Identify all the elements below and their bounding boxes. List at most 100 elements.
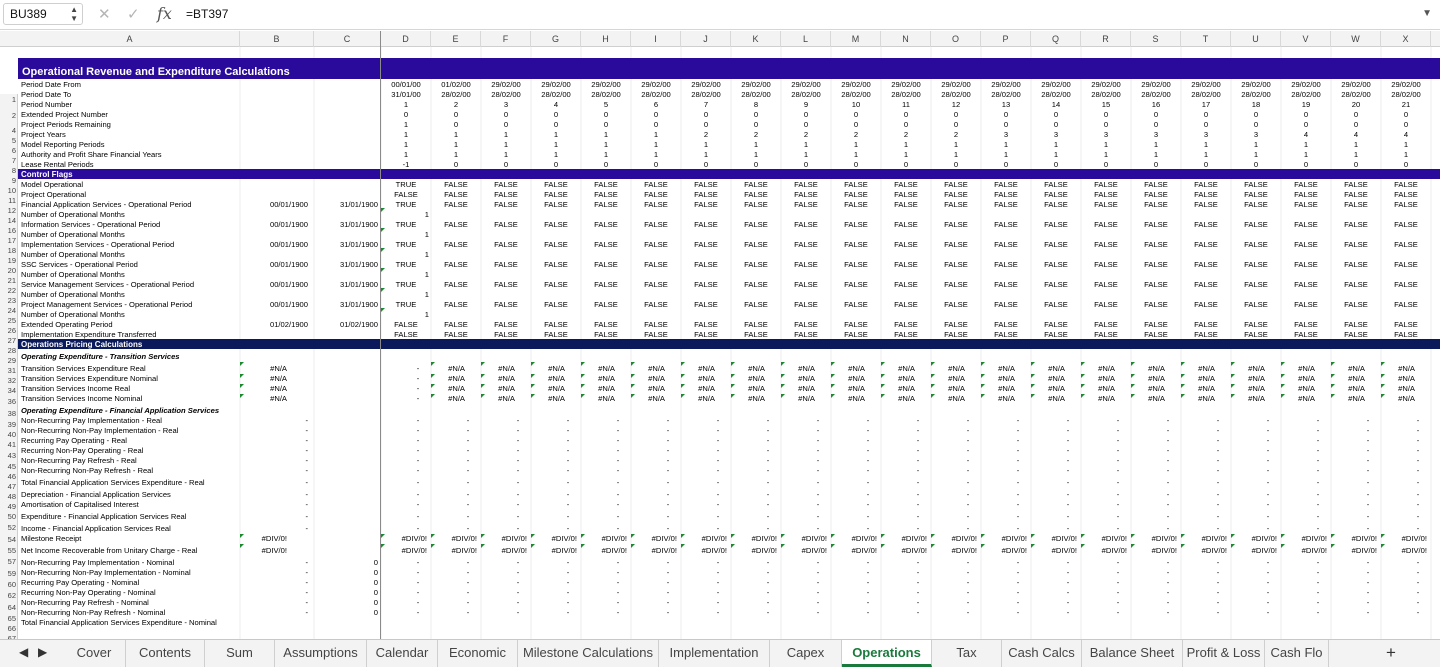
value-cell[interactable]: - <box>1117 608 1120 617</box>
value-cell[interactable]: FALSE <box>594 300 618 309</box>
value-cell[interactable]: - <box>867 524 870 533</box>
value-cell[interactable]: - <box>567 478 570 487</box>
value-cell[interactable]: - <box>1017 558 1020 567</box>
value-cell[interactable]: #DIV/0! <box>802 546 827 555</box>
value-cell[interactable]: #N/A <box>698 384 716 393</box>
value-cell[interactable]: #N/A <box>948 364 966 373</box>
value-cell[interactable]: FALSE <box>744 330 768 339</box>
column-b-cell[interactable]: - <box>305 608 308 617</box>
value-cell[interactable]: - <box>817 568 820 577</box>
value-cell[interactable]: - <box>717 598 720 607</box>
value-cell[interactable]: - <box>967 478 970 487</box>
value-cell[interactable]: #DIV/0! <box>1302 546 1327 555</box>
value-cell[interactable]: FALSE <box>494 320 518 329</box>
value-cell[interactable]: FALSE <box>944 190 968 199</box>
column-b-cell[interactable]: 00/01/1900 <box>270 300 308 309</box>
value-cell[interactable]: FALSE <box>644 240 668 249</box>
value-cell[interactable]: 1 <box>554 150 558 159</box>
column-b-cell[interactable]: #N/A <box>270 384 288 393</box>
value-cell[interactable]: - <box>717 500 720 509</box>
value-cell[interactable]: FALSE <box>444 300 468 309</box>
value-cell[interactable]: 1 <box>1154 140 1158 149</box>
value-cell[interactable]: FALSE <box>794 190 818 199</box>
value-cell[interactable]: FALSE <box>1144 330 1168 339</box>
value-cell[interactable]: - <box>1067 466 1070 475</box>
row-label-cell[interactable]: Total Financial Application Services Exp… <box>21 478 205 487</box>
value-cell[interactable]: - <box>667 490 670 499</box>
value-cell[interactable]: 29/02/00 <box>1241 80 1271 89</box>
value-cell[interactable]: FALSE <box>1344 190 1368 199</box>
value-cell[interactable]: 0 <box>1304 120 1308 129</box>
value-cell[interactable]: - <box>517 598 520 607</box>
value-cell[interactable]: FALSE <box>794 280 818 289</box>
value-cell[interactable]: #DIV/0! <box>1152 534 1177 543</box>
value-cell[interactable]: - <box>817 490 820 499</box>
row-label-cell[interactable]: Period Date To <box>21 90 71 99</box>
value-cell[interactable]: - <box>617 436 620 445</box>
value-cell[interactable]: - <box>967 416 970 425</box>
next-sheet-icon[interactable]: ▶ <box>38 645 47 659</box>
value-cell[interactable]: 0 <box>654 110 658 119</box>
value-cell[interactable]: 1 <box>1304 140 1308 149</box>
column-b-cell[interactable]: - <box>305 598 308 607</box>
value-cell[interactable]: #DIV/0! <box>402 546 427 555</box>
value-cell[interactable]: 2 <box>804 130 808 139</box>
value-cell[interactable]: 0 <box>904 110 908 119</box>
value-cell[interactable]: TRUE <box>396 280 417 289</box>
value-cell[interactable]: - <box>817 456 820 465</box>
value-cell[interactable]: #DIV/0! <box>902 546 927 555</box>
value-cell[interactable]: #N/A <box>1248 364 1266 373</box>
column-header-l[interactable]: L <box>781 31 831 47</box>
value-cell[interactable]: - <box>517 466 520 475</box>
value-cell[interactable]: - <box>417 578 420 587</box>
value-cell[interactable]: 29/02/00 <box>891 80 921 89</box>
column-header-c[interactable]: C <box>314 31 381 47</box>
value-cell[interactable]: - <box>767 578 770 587</box>
value-cell[interactable]: #N/A <box>998 384 1016 393</box>
value-cell[interactable]: - <box>1217 578 1220 587</box>
value-cell[interactable]: - <box>867 568 870 577</box>
value-cell[interactable]: - <box>1417 512 1420 521</box>
value-cell[interactable]: - <box>1117 512 1120 521</box>
column-c-cell[interactable]: 0 <box>374 578 378 587</box>
value-cell[interactable]: - <box>917 558 920 567</box>
value-cell[interactable]: - <box>767 456 770 465</box>
value-cell[interactable]: - <box>1267 490 1270 499</box>
value-cell[interactable]: - <box>1267 416 1270 425</box>
value-cell[interactable]: FALSE <box>444 260 468 269</box>
value-cell[interactable]: FALSE <box>1344 320 1368 329</box>
column-header-w[interactable]: W <box>1331 31 1381 47</box>
value-cell[interactable]: - <box>767 446 770 455</box>
value-cell[interactable]: FALSE <box>1294 300 1318 309</box>
value-cell[interactable]: FALSE <box>444 190 468 199</box>
value-cell[interactable]: FALSE <box>844 260 868 269</box>
value-cell[interactable]: - <box>1017 466 1020 475</box>
value-cell[interactable]: - <box>1417 478 1420 487</box>
value-cell[interactable]: 1 <box>1404 140 1408 149</box>
value-cell[interactable]: #N/A <box>1048 364 1066 373</box>
formula-input[interactable]: =BT397 <box>186 7 228 21</box>
value-cell[interactable]: - <box>717 478 720 487</box>
value-cell[interactable]: - <box>1417 456 1420 465</box>
value-cell[interactable]: - <box>1167 578 1170 587</box>
value-cell[interactable]: #DIV/0! <box>602 534 627 543</box>
value-cell[interactable]: 2 <box>854 130 858 139</box>
value-cell[interactable]: 2 <box>454 100 458 109</box>
value-cell[interactable]: 29/02/00 <box>491 80 521 89</box>
value-cell[interactable]: - <box>1217 426 1220 435</box>
value-cell[interactable]: - <box>917 512 920 521</box>
row-label-cell[interactable]: Model Reporting Periods <box>21 140 105 149</box>
value-cell[interactable]: - <box>1367 426 1370 435</box>
value-cell[interactable]: - <box>1017 598 1020 607</box>
value-cell[interactable]: FALSE <box>1094 260 1118 269</box>
value-cell[interactable]: #N/A <box>1098 394 1116 403</box>
value-cell[interactable]: - <box>667 568 670 577</box>
value-cell[interactable]: #N/A <box>1048 384 1066 393</box>
value-cell[interactable]: - <box>417 500 420 509</box>
value-cell[interactable]: 0 <box>754 110 758 119</box>
value-cell[interactable]: FALSE <box>444 330 468 339</box>
value-cell[interactable]: - <box>567 500 570 509</box>
tab-operations[interactable]: Operations <box>842 640 932 667</box>
value-cell[interactable]: - <box>917 608 920 617</box>
value-cell[interactable]: - <box>1417 598 1420 607</box>
